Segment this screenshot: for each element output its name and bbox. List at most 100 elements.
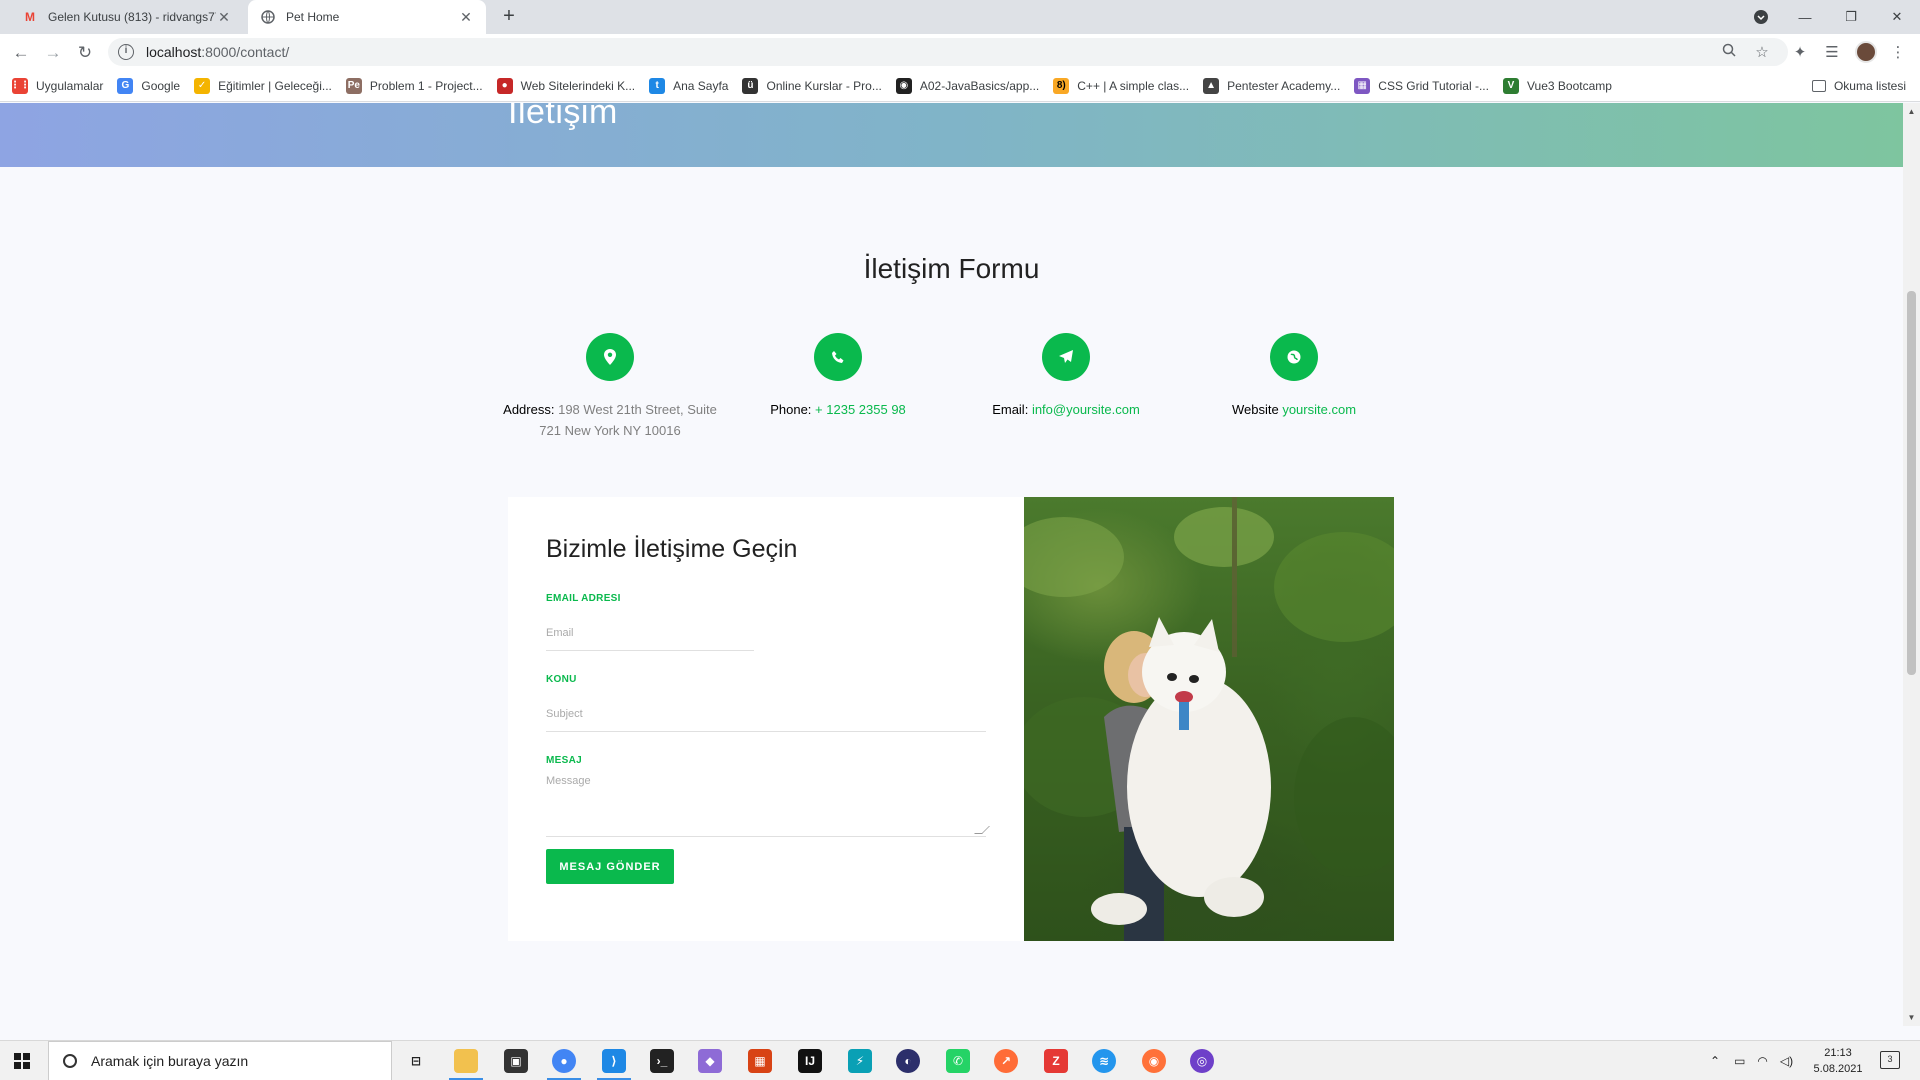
phone-link[interactable]: + 1235 2355 98 (815, 402, 906, 417)
bookmark-google[interactable]: G Google (117, 77, 180, 94)
bookmarks-bar: ⋮⋮ Uygulamalar G Google ✓ Eğitimler | Gelec… (0, 70, 1920, 102)
bookmark-cpp[interactable]: 8) C++ | A simple clas... (1053, 77, 1189, 94)
file-explorer-icon[interactable] (454, 1049, 478, 1073)
reading-list-icon (1811, 80, 1826, 92)
system-tray: ⌃ ▭ ◠ ◁) (1710, 1041, 1793, 1080)
clock-time: 21:13 (1824, 1047, 1852, 1059)
message-field-label: MESAJ (546, 755, 582, 766)
new-tab-button[interactable]: + (498, 6, 520, 28)
bookmark-online-kurslar[interactable]: ü Online Kurslar - Pro... (742, 77, 882, 94)
message-placeholder: Message (546, 775, 591, 787)
send-message-button[interactable]: MESAJ GÖNDER (546, 849, 674, 884)
postman-icon[interactable]: ↗ (994, 1049, 1018, 1073)
profile-avatar[interactable] (1855, 41, 1877, 63)
wifi-icon[interactable]: ◠ (1757, 1054, 1767, 1068)
tab-search-icon[interactable] (1738, 0, 1784, 34)
chevron-up-icon[interactable]: ⌃ (1710, 1054, 1720, 1068)
apps-grid-icon: ⋮⋮ (10, 77, 30, 94)
github-desktop-icon[interactable]: ◎ (1190, 1049, 1214, 1073)
eclipse-icon[interactable]: ◐ (896, 1049, 920, 1073)
reading-list[interactable]: Okuma listesi (1811, 70, 1906, 102)
page-viewport: İletişim İletişim Formu Address: 198 Wes… (0, 103, 1903, 1026)
address-bar[interactable]: i localhost:8000/contact/ (108, 38, 1788, 66)
hero-title: İletişim (508, 103, 618, 131)
restore-button[interactable]: ❐ (1828, 0, 1874, 34)
firefox-icon[interactable]: ◉ (1142, 1049, 1166, 1073)
gmail-icon: M (25, 10, 35, 24)
close-tab-icon[interactable]: ✕ (216, 9, 232, 26)
volume-icon[interactable]: ◁) (1780, 1054, 1793, 1068)
close-tab-icon[interactable]: ✕ (458, 9, 474, 26)
tab-title: Pet Home (286, 10, 340, 24)
globe-icon (260, 9, 276, 25)
sourcetree-icon[interactable]: ◆ (698, 1049, 722, 1073)
phone-icon (814, 333, 862, 381)
forward-icon[interactable]: → (42, 42, 64, 64)
minimize-button[interactable]: — (1782, 0, 1828, 34)
contact-form: Bizimle İletişime Geçin EMAIL ADRESI Ema… (508, 497, 1024, 941)
email-link[interactable]: info@yoursite.com (1032, 402, 1140, 417)
email-field[interactable]: Email (546, 627, 754, 651)
windows-start-icon[interactable] (14, 1053, 30, 1069)
menu-icon[interactable]: ⋮ (1888, 43, 1908, 63)
phone-info: Phone: + 1235 2355 98 (724, 333, 952, 420)
vue-icon: V (1502, 77, 1519, 94)
zoom-icon[interactable] (1719, 43, 1739, 63)
bookmark-egitimler[interactable]: ✓ Eğitimler | Geleceği... (194, 77, 332, 94)
whatsapp-icon[interactable]: ✆ (946, 1049, 970, 1073)
egitimler-icon: ✓ (194, 77, 211, 94)
email-info: Email: info@yoursite.com (952, 333, 1180, 420)
pentester-icon: ▲ (1203, 77, 1220, 94)
browser-toolbar: ← → ↻ i localhost:8000/contact/ ☆ ✦ ☰ ⋮ (0, 34, 1920, 70)
bookmark-problem[interactable]: Pe Problem 1 - Project... (345, 77, 483, 94)
back-icon[interactable]: ← (10, 42, 32, 64)
close-window-button[interactable]: ✕ (1874, 0, 1920, 34)
taskbar-search[interactable]: Aramak için buraya yazın (48, 1041, 392, 1080)
terminal-icon[interactable]: ›_ (650, 1049, 674, 1073)
vscode-icon[interactable]: ⟩ (602, 1049, 626, 1073)
media-control-icon[interactable]: ☰ (1822, 43, 1842, 63)
rider-icon[interactable]: ⚡ (848, 1049, 872, 1073)
reload-icon[interactable]: ↻ (74, 42, 96, 64)
extensions-icon[interactable]: ✦ (1790, 43, 1810, 63)
google-icon: G (117, 77, 134, 94)
resize-grip-icon[interactable] (974, 826, 990, 834)
bookmark-github[interactable]: ◉ A02-JavaBasics/app... (895, 77, 1039, 94)
github-icon: ◉ (895, 77, 912, 94)
globe-icon (1270, 333, 1318, 381)
subject-field-label: KONU (546, 674, 577, 685)
page-scrollbar[interactable]: ▲ ▼ (1903, 103, 1920, 1026)
store-icon[interactable]: ▣ (504, 1049, 528, 1073)
phone-label: Phone: (770, 402, 812, 417)
tab-strip: M Gelen Kutusu (813) - ridvangs77@ ✕ Pet… (0, 0, 1920, 34)
office-icon[interactable]: ▦ (748, 1049, 772, 1073)
filezilla-icon[interactable]: Z (1044, 1049, 1068, 1073)
scrollbar-thumb[interactable] (1907, 291, 1916, 675)
tab-gmail[interactable]: M Gelen Kutusu (813) - ridvangs77@ ✕ (10, 0, 244, 34)
search-icon (63, 1054, 77, 1068)
bookmark-pentester[interactable]: ▲ Pentester Academy... (1203, 77, 1340, 94)
bookmark-ana-sayfa[interactable]: t Ana Sayfa (649, 77, 728, 94)
battery-icon[interactable]: ▭ (1734, 1054, 1745, 1068)
subject-field[interactable]: Subject (546, 708, 986, 732)
message-textarea[interactable]: Message (546, 775, 990, 837)
taskbar-clock[interactable]: 21:13 5.08.2021 (1808, 1045, 1868, 1077)
intellij-icon[interactable]: IJ (798, 1049, 822, 1073)
website-link[interactable]: yoursite.com (1282, 402, 1356, 417)
bookmark-vue3[interactable]: V Vue3 Bootcamp (1502, 77, 1612, 94)
scroll-down-icon[interactable]: ▼ (1903, 1009, 1920, 1026)
website-info: Website yoursite.com (1180, 333, 1408, 420)
bookmark-web-sitelerindeki[interactable]: ● Web Sitelerindeki K... (496, 77, 635, 94)
site-info-icon[interactable]: i (118, 44, 134, 60)
project-euler-icon: Pe (345, 77, 362, 94)
bookmark-css-grid[interactable]: ▦ CSS Grid Tutorial -... (1354, 77, 1489, 94)
notification-center-icon[interactable]: 3 (1880, 1051, 1900, 1069)
docker-icon[interactable]: ≋ (1092, 1049, 1116, 1073)
chrome-icon[interactable]: ● (552, 1049, 576, 1073)
task-view-icon[interactable]: ⊟ (404, 1049, 428, 1073)
url-path: :8000/contact/ (201, 44, 290, 60)
bookmark-star-icon[interactable]: ☆ (1752, 43, 1772, 63)
scroll-up-icon[interactable]: ▲ (1903, 103, 1920, 120)
tab-pet-home[interactable]: Pet Home ✕ (248, 0, 486, 34)
bookmark-apps[interactable]: ⋮⋮ Uygulamalar (10, 77, 103, 94)
